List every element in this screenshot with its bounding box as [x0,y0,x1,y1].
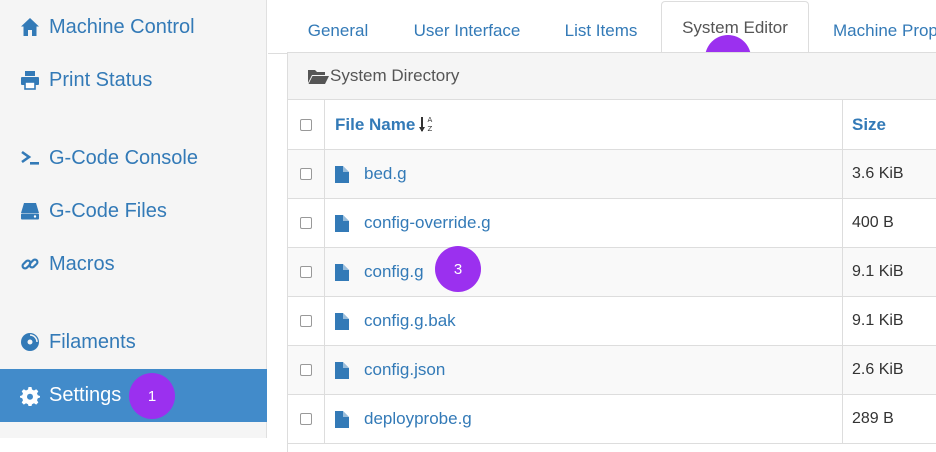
file-name-link[interactable]: config.g [364,262,424,282]
select-all-checkbox[interactable] [300,118,312,131]
step-badge-3: 3 [435,246,481,292]
system-directory-panel: System Directory File Name AZ Size bed.g… [287,52,936,452]
column-header-size[interactable]: Size [852,115,886,135]
file-icon [335,165,349,183]
disc-icon [19,331,41,353]
sidebar-item-gcode-files[interactable]: G-Code Files [0,186,267,236]
sidebar-item-machine-control[interactable]: Machine Control [0,2,267,52]
sidebar-item-label: G-Code Files [49,199,167,222]
sidebar-item-label: Settings [49,384,122,406]
settings-tabs: General User Interface List Items System… [268,0,936,54]
file-name-link[interactable]: config.json [364,360,445,380]
folder-open-icon [308,70,329,84]
sidebar-item-macros[interactable]: Macros [0,239,267,289]
table-row[interactable]: bed.g 3.6 KiB [288,150,936,199]
table-row[interactable]: config.g 9.1 KiB [288,248,936,297]
row-checkbox[interactable] [300,364,312,376]
row-checkbox[interactable] [300,168,312,180]
column-header-file-name[interactable]: File Name [335,115,415,135]
sidebar-item-label: Machine Control [49,15,195,38]
sort-alpha-icon[interactable]: AZ [419,115,435,135]
row-checkbox[interactable] [300,217,312,229]
svg-text:A: A [428,116,433,124]
file-size: 9.1 KiB [852,263,904,280]
sidebar-item-filaments[interactable]: Filaments [0,317,267,367]
sidebar-item-label: G-Code Console [49,146,198,169]
table-row[interactable]: deployprobe.g 289 B [288,395,936,444]
link-icon [19,253,41,275]
file-name-link[interactable]: bed.g [364,164,407,184]
tab-machine-properties[interactable]: Machine Prop [823,8,936,53]
tab-user-interface[interactable]: User Interface [398,8,536,53]
file-size: 289 B [852,410,894,427]
table-row[interactable]: config.g.bak 9.1 KiB [288,297,936,346]
table-row[interactable]: config-override.g 400 B [288,199,936,248]
svg-text:Z: Z [428,125,433,133]
file-size: 400 B [852,214,894,231]
file-name-link[interactable]: config.g.bak [364,311,456,331]
file-icon [335,214,349,232]
table-row[interactable]: config.json 2.6 KiB [288,346,936,395]
file-size: 9.1 KiB [852,312,904,329]
sidebar: Machine Control Print Status G-Code Cons… [0,0,267,438]
sidebar-item-label: Print Status [49,68,153,91]
file-name-link[interactable]: config-override.g [364,213,491,233]
file-icon [335,312,349,330]
panel-title: System Directory [330,66,460,85]
file-icon [335,263,349,281]
printer-icon [19,69,41,91]
home-icon [19,16,41,38]
tab-general[interactable]: General [290,8,386,53]
file-name-link[interactable]: deployprobe.g [364,409,472,429]
hard-drive-icon [19,200,41,222]
file-size: 2.6 KiB [852,361,904,378]
row-checkbox[interactable] [300,413,312,425]
table-header-row: File Name AZ Size [288,100,936,150]
file-icon [335,361,349,379]
sidebar-item-label: Filaments [49,330,136,353]
step-badge-1: 1 [129,373,175,419]
tab-list-items[interactable]: List Items [550,8,652,53]
file-size: 3.6 KiB [852,165,904,182]
gear-icon [19,385,41,407]
sidebar-item-label: Macros [49,252,115,275]
file-icon [335,410,349,428]
panel-header: System Directory [288,53,936,100]
console-icon [19,147,41,169]
row-checkbox[interactable] [300,315,312,327]
sidebar-item-print-status[interactable]: Print Status [0,55,267,105]
sidebar-item-gcode-console[interactable]: G-Code Console [0,133,267,183]
row-checkbox[interactable] [300,266,312,278]
